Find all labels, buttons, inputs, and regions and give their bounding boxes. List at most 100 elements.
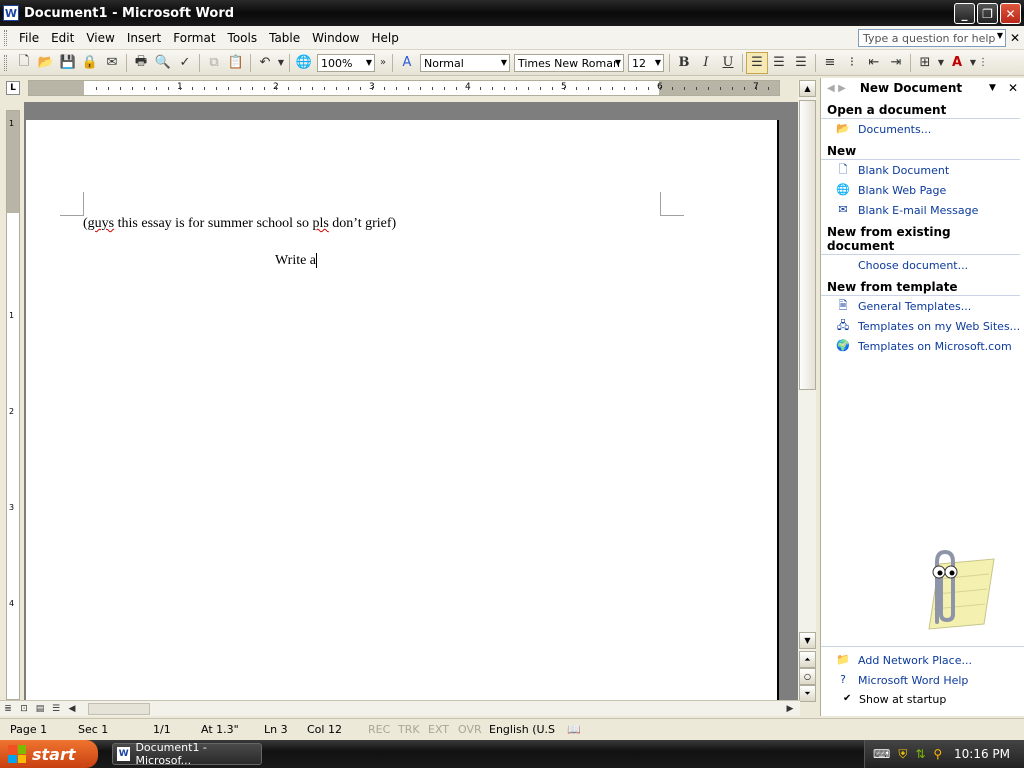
hyperlink-icon[interactable]: 🌐 [293,52,315,74]
document-line-1[interactable]: (guys this essay is for summer school so… [83,216,396,232]
minimize-button[interactable]: _ [954,3,975,24]
link-choose-document[interactable]: Choose document... [821,255,1024,275]
misspelled-word[interactable]: pls [312,216,328,231]
save-icon[interactable]: 💾 [57,52,79,74]
undo-icon[interactable]: ↶ [254,52,276,74]
tab-selector[interactable]: L [6,81,20,95]
close-button[interactable]: ✕ [1000,3,1021,24]
menu-help[interactable]: Help [365,29,404,47]
close-icon[interactable]: ✕ [1008,81,1018,95]
keyboard-icon[interactable]: ⌨ [873,747,890,761]
next-page-icon[interactable]: ⏷ [799,685,816,702]
back-forward-icon[interactable]: ◀ ▶ [827,83,846,94]
menu-edit[interactable]: Edit [45,29,80,47]
horizontal-ruler[interactable]: 1234567 [28,80,780,96]
bold-button[interactable]: B [673,52,695,74]
permission-icon[interactable]: 🔒 [79,52,101,74]
undo-dropdown-icon[interactable]: ▼ [276,52,286,74]
toolbar-options-icon[interactable]: » [377,52,389,74]
open-folder-icon[interactable]: 📂 [35,52,57,74]
misspelled-word[interactable]: guys [88,216,114,231]
status-rec[interactable]: REC [368,723,390,736]
spelling-status-icon[interactable]: 📖 [567,723,581,736]
task-pane-title[interactable]: New Document [860,81,962,95]
outline-view-icon[interactable]: ☰ [48,702,64,716]
status-trk[interactable]: TRK [398,723,420,736]
show-at-startup-checkbox[interactable]: ✔ Show at startup [821,690,1024,708]
start-button[interactable]: start [0,740,98,768]
menu-table[interactable]: Table [263,29,306,47]
chevron-down-icon[interactable]: ▼ [655,58,661,67]
document-page[interactable]: (guys this essay is for summer school so… [26,120,779,700]
toolbar-grip[interactable] [4,54,7,71]
chevron-down-icon[interactable]: ▼ [366,58,372,67]
align-center-icon[interactable]: ☰ [768,52,790,74]
align-left-icon[interactable]: ☰ [746,51,768,74]
help-question-input[interactable]: Type a question for help ▼ [858,29,1006,47]
document-close-icon[interactable]: ✕ [1010,31,1020,45]
scroll-down-icon[interactable]: ▼ [799,632,816,649]
previous-page-icon[interactable]: ⏶ [799,651,816,668]
scroll-left-icon[interactable]: ◀ [64,702,80,716]
scroll-up-icon[interactable]: ▲ [799,80,816,97]
chevron-down-icon[interactable]: ▼ [997,31,1003,40]
security-shield-icon[interactable]: ⛨ [898,747,907,762]
status-language[interactable]: English (U.S [489,723,555,736]
font-color-icon[interactable]: A [946,52,968,74]
align-right-icon[interactable]: ☰ [790,52,812,74]
link-blank-document[interactable]: 🗋 Blank Document [821,160,1024,180]
font-combo[interactable]: Times New Roman ▼ [514,53,624,72]
title-bar[interactable]: W Document1 - Microsoft Word _ ❐ ✕ [0,0,1024,26]
select-browse-object-icon[interactable]: ○ [799,668,816,685]
style-combo[interactable]: Normal ▼ [420,53,510,72]
link-blank-email[interactable]: ✉ Blank E-mail Message [821,200,1024,220]
print-icon[interactable]: 🖶 [130,52,152,74]
status-ovr[interactable]: OVR [458,723,482,736]
styles-formatting-icon[interactable]: A [396,52,418,74]
document-line-2[interactable]: Write a [275,253,318,269]
search-icon[interactable]: ⚲ [933,747,942,761]
vertical-ruler[interactable]: 1 1 2 3 4 [6,110,20,700]
email-icon[interactable]: ✉ [101,52,123,74]
menu-window[interactable]: Window [306,29,365,47]
link-documents[interactable]: 📂 Documents... [821,119,1024,139]
numbering-icon[interactable]: ≡ [819,52,841,74]
bullets-icon[interactable]: ⁝ [841,52,863,74]
network-icon[interactable]: ⇅ [915,747,925,761]
copy-icon[interactable]: ⧉ [203,52,225,74]
status-ext[interactable]: EXT [428,723,449,736]
spelling-icon[interactable]: ✓ [174,52,196,74]
link-templates-microsoft[interactable]: 🌍 Templates on Microsoft.com [821,336,1024,356]
link-templates-web-sites[interactable]: 🖧 Templates on my Web Sites... [821,316,1024,336]
borders-dropdown-icon[interactable]: ▼ [936,52,946,74]
chevron-down-icon[interactable]: ▼ [989,83,996,93]
horizontal-scrollbar[interactable]: ≣ ⊡ ▤ ☰ ◀ ▶ [0,700,800,716]
restore-button[interactable]: ❐ [977,3,998,24]
italic-button[interactable]: I [695,52,717,74]
scroll-thumb[interactable] [799,100,816,390]
menu-insert[interactable]: Insert [121,29,167,47]
link-add-network-place[interactable]: 📁 Add Network Place... [821,650,1024,670]
horizontal-scroll-thumb[interactable] [88,703,150,715]
font-size-combo[interactable]: 12 ▼ [628,53,664,72]
word-app-icon[interactable]: W [3,5,19,21]
office-assistant-clippy[interactable] [899,544,999,634]
increase-indent-icon[interactable]: ⇥ [885,52,907,74]
toolbar-more-icon[interactable]: ⋮ [978,52,988,74]
menu-format[interactable]: Format [167,29,221,47]
menu-tools[interactable]: Tools [222,29,264,47]
menu-view[interactable]: View [80,29,120,47]
menu-file[interactable]: File [13,29,45,47]
document-area[interactable]: (guys this essay is for summer school so… [24,102,798,700]
scroll-right-icon[interactable]: ▶ [782,702,798,716]
decrease-indent-icon[interactable]: ⇤ [863,52,885,74]
underline-button[interactable]: U [717,52,739,74]
chevron-down-icon[interactable]: ▼ [501,58,507,67]
print-preview-icon[interactable]: 🔍 [152,52,174,74]
chevron-down-icon[interactable]: ▼ [615,58,621,67]
print-layout-icon[interactable]: ▤ [32,702,48,716]
new-document-icon[interactable]: 🗋 [13,52,35,74]
normal-view-icon[interactable]: ≣ [0,702,16,716]
taskbar-word-window[interactable]: W Document1 - Microsof... [112,741,262,767]
paste-icon[interactable]: 📋 [225,52,247,74]
